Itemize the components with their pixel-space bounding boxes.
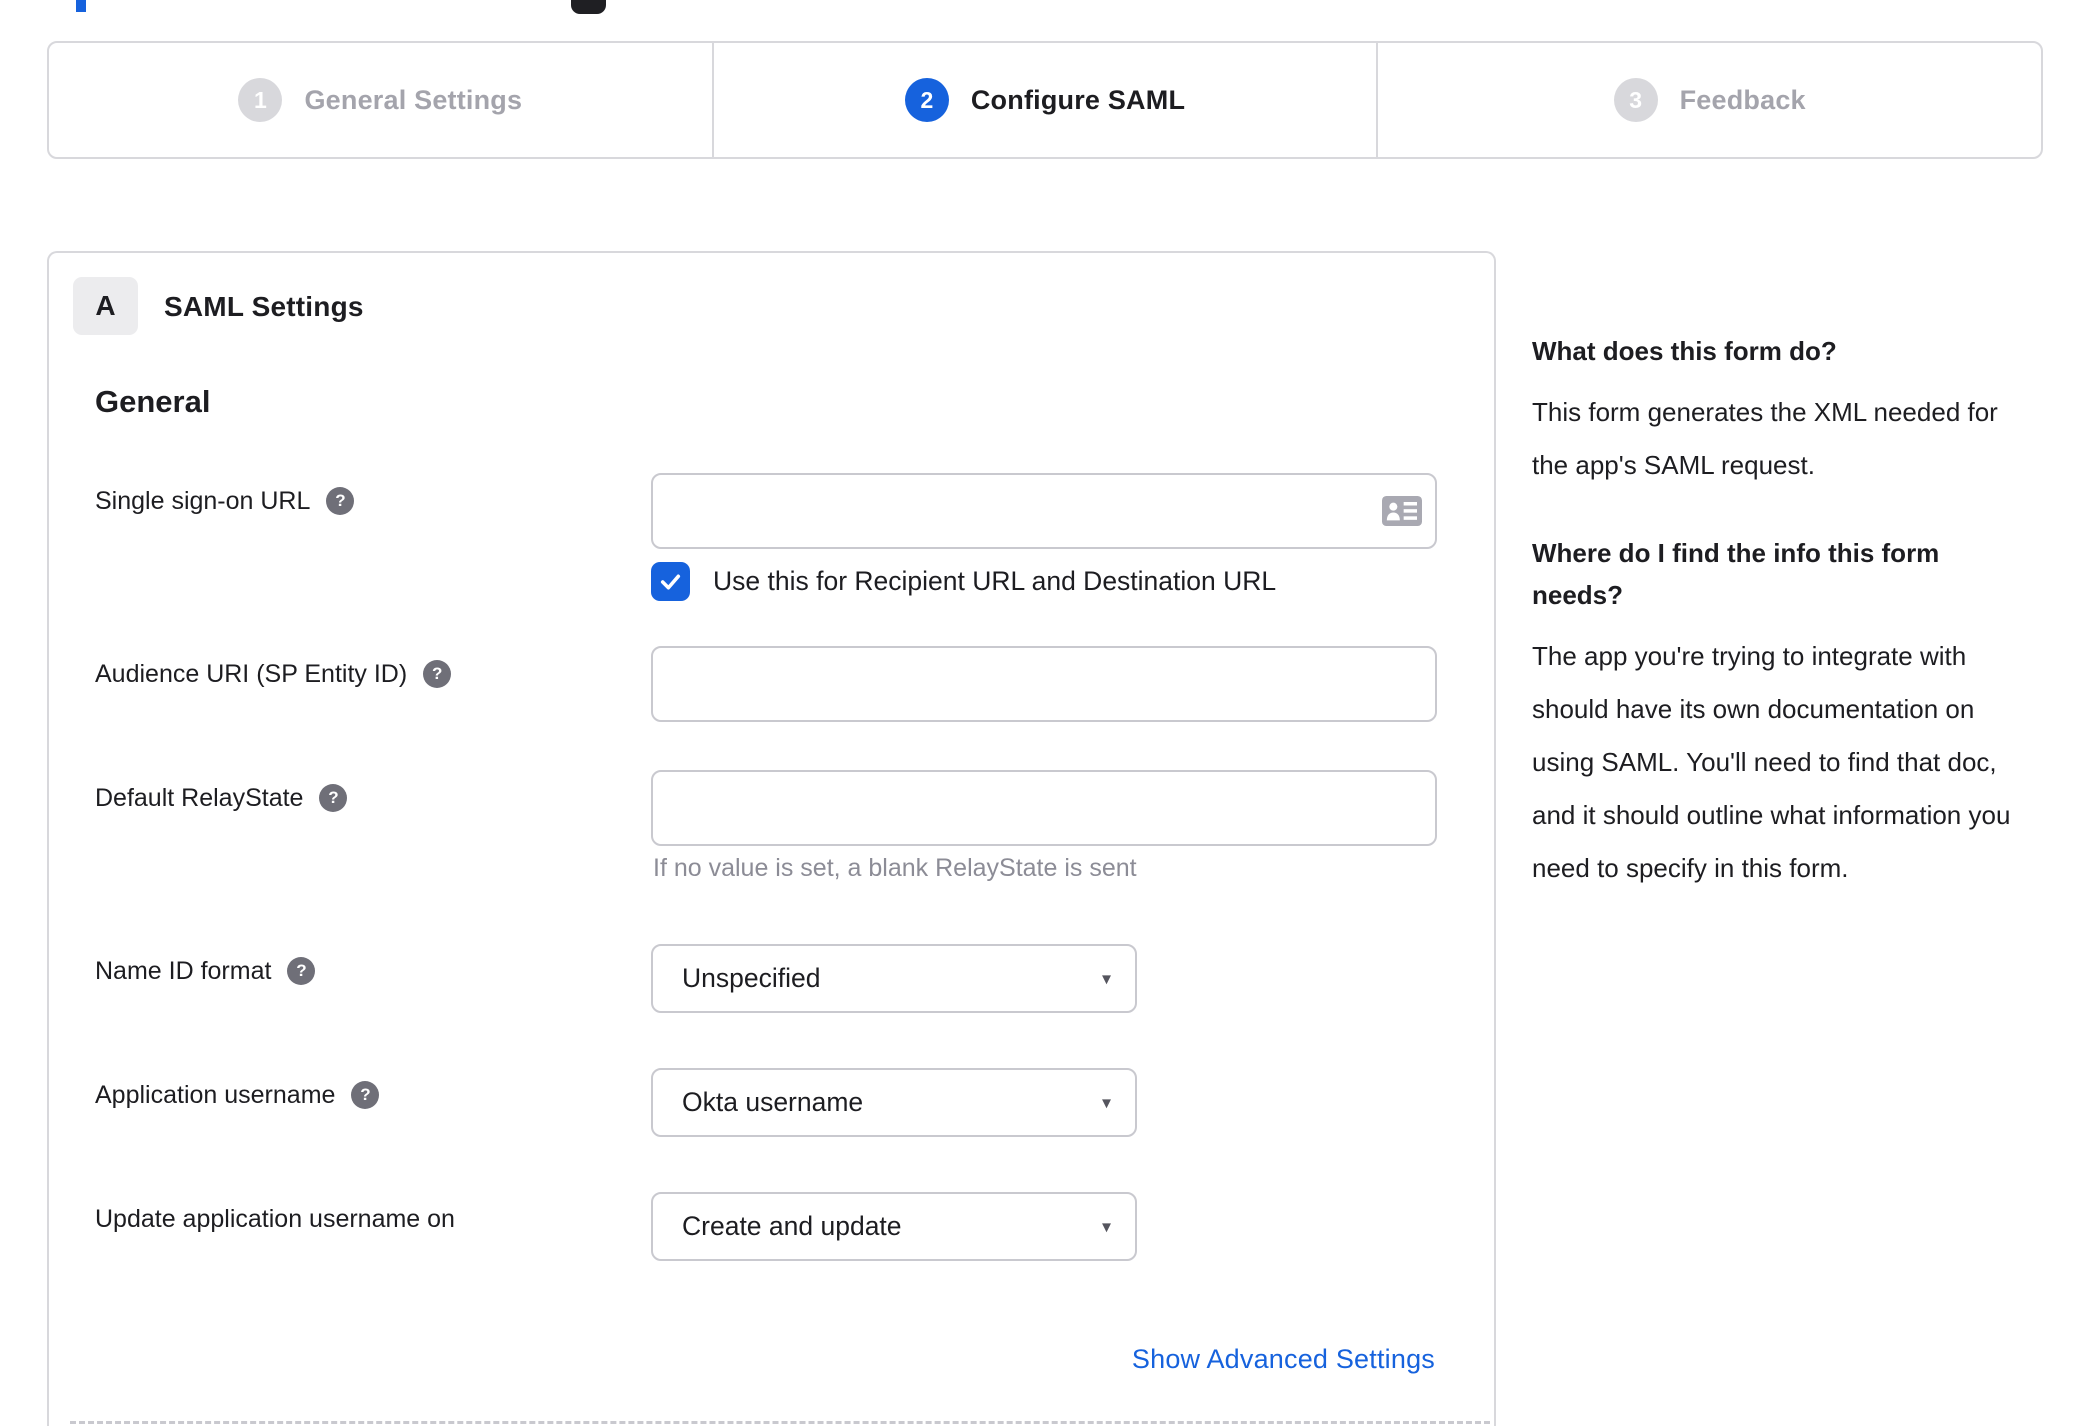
- audience-uri-input[interactable]: [651, 646, 1437, 722]
- recipient-url-checkbox-label[interactable]: Use this for Recipient URL and Destinati…: [713, 566, 1276, 597]
- name-id-format-help-icon[interactable]: ?: [287, 957, 316, 985]
- section-a-badge: A: [73, 277, 138, 335]
- step-2-label: Configure SAML: [970, 84, 1186, 115]
- relay-state-input[interactable]: [651, 770, 1437, 846]
- check-icon: [660, 574, 681, 590]
- cropped-blue-logo-fragment: [76, 0, 86, 12]
- configure-saml-page: 1 General Settings 2 Configure SAML 3 Fe…: [0, 0, 2092, 1426]
- step-general-settings[interactable]: 1 General Settings: [49, 43, 712, 157]
- relay-state-help-icon[interactable]: ?: [319, 784, 348, 812]
- wizard-stepper: 1 General Settings 2 Configure SAML 3 Fe…: [47, 41, 2043, 159]
- update-app-username-value: Create and update: [682, 1211, 902, 1241]
- chevron-down-icon: ▾: [1101, 1092, 1111, 1112]
- contact-card-icon[interactable]: [1382, 495, 1422, 527]
- name-id-format-select[interactable]: Unspecified ▾: [651, 944, 1137, 1013]
- step-1-label: General Settings: [304, 84, 523, 115]
- app-username-label-text: Application username: [95, 1080, 336, 1109]
- sso-url-input[interactable]: [651, 473, 1437, 549]
- update-app-username-label-text: Update application username on: [95, 1204, 455, 1233]
- step-3-circle: 3: [1613, 78, 1658, 122]
- audience-uri-label: Audience URI (SP Entity ID) ?: [95, 657, 452, 691]
- app-username-value: Okta username: [682, 1087, 864, 1117]
- cropped-app-icon-fragment: [571, 0, 606, 14]
- relay-state-hint: If no value is set, a blank RelayState i…: [653, 854, 1137, 882]
- name-id-format-label: Name ID format ?: [95, 954, 316, 988]
- help-panel: What does this form do? This form genera…: [1532, 330, 2032, 935]
- audience-uri-label-text: Audience URI (SP Entity ID): [95, 659, 408, 688]
- app-username-label: Application username ?: [95, 1078, 380, 1112]
- step-2-circle: 2: [904, 78, 949, 122]
- update-app-username-label: Update application username on: [95, 1202, 455, 1236]
- show-advanced-settings-link[interactable]: Show Advanced Settings: [1115, 1344, 1435, 1375]
- relay-state-label: Default RelayState ?: [95, 781, 348, 815]
- help-answer-1: This form generates the XML needed for t…: [1532, 397, 1998, 480]
- app-username-select[interactable]: Okta username ▾: [651, 1068, 1137, 1137]
- sso-url-label-text: Single sign-on URL: [95, 486, 311, 515]
- chevron-down-icon: ▾: [1101, 1216, 1111, 1236]
- relay-state-label-text: Default RelayState: [95, 783, 304, 812]
- sso-url-help-icon[interactable]: ?: [326, 487, 355, 515]
- app-username-help-icon[interactable]: ?: [351, 1081, 380, 1109]
- section-title: SAML Settings: [164, 291, 364, 322]
- help-question-1: What does this form do?: [1532, 336, 1837, 366]
- name-id-format-label-text: Name ID format: [95, 956, 272, 985]
- step-feedback[interactable]: 3 Feedback: [1376, 43, 2041, 157]
- help-question-2: Where do I find the info this form needs…: [1532, 538, 1940, 610]
- step-3-label: Feedback: [1679, 84, 1806, 115]
- sso-url-label: Single sign-on URL ?: [95, 484, 355, 518]
- audience-uri-help-icon[interactable]: ?: [423, 660, 452, 688]
- recipient-url-checkbox[interactable]: [651, 562, 690, 601]
- advanced-section-divider: [70, 1421, 1490, 1424]
- name-id-format-value: Unspecified: [682, 963, 821, 993]
- chevron-down-icon: ▾: [1101, 968, 1111, 988]
- help-answer-2: The app you're trying to integrate with …: [1532, 641, 2011, 883]
- step-configure-saml[interactable]: 2 Configure SAML: [711, 43, 1377, 157]
- update-app-username-select[interactable]: Create and update ▾: [651, 1192, 1137, 1261]
- step-1-circle: 1: [238, 78, 283, 122]
- general-group-heading: General: [95, 384, 211, 419]
